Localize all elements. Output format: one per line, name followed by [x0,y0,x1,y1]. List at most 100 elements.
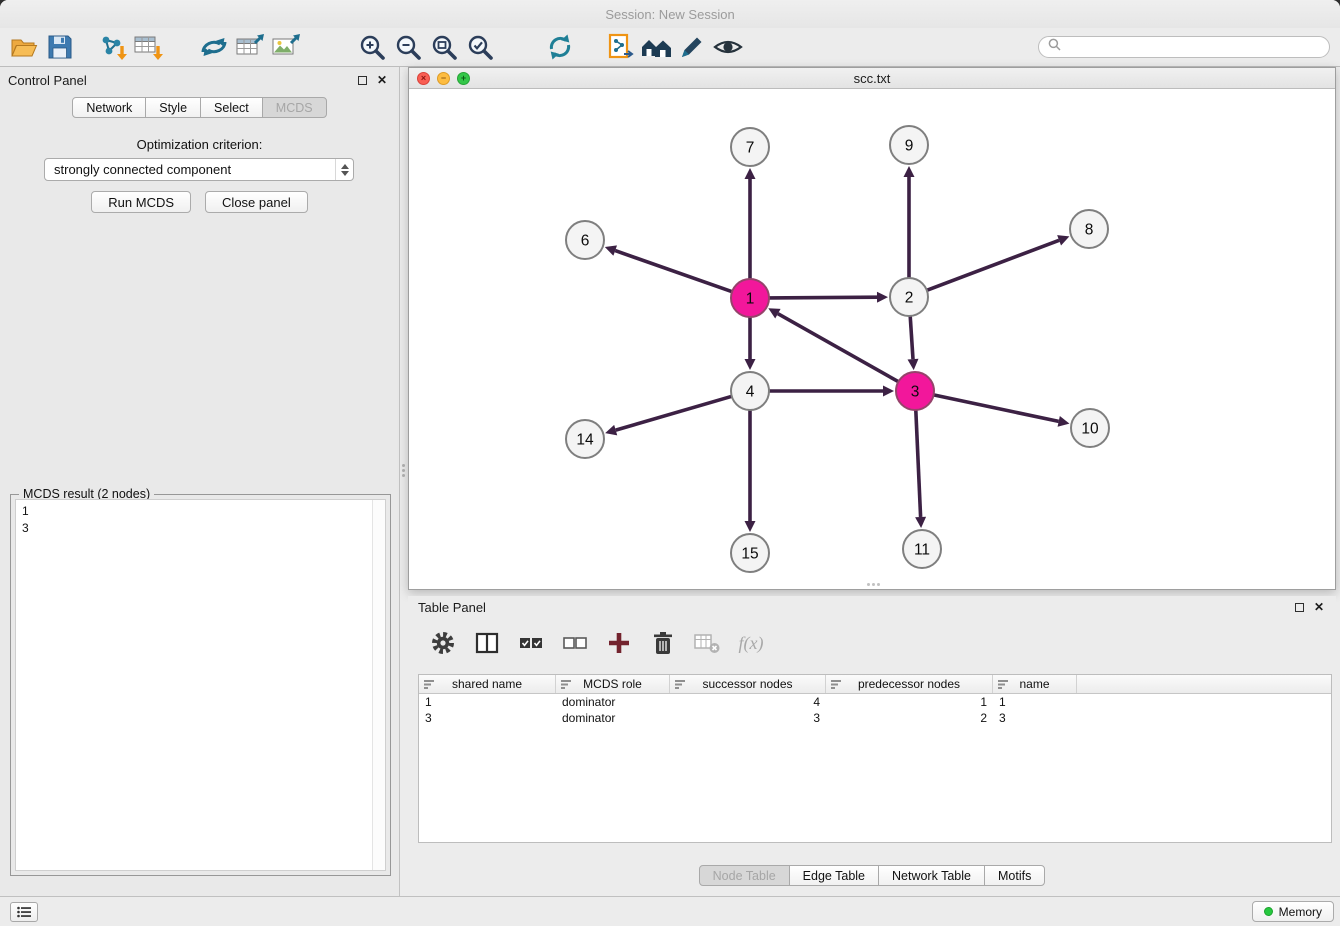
tab-edge-table[interactable]: Edge Table [789,865,879,886]
network-view-window: × − + scc.txt 7968124314101511 [408,67,1336,590]
save-session-icon[interactable] [42,30,78,64]
tab-network[interactable]: Network [72,97,146,118]
tab-node-table[interactable]: Node Table [699,865,790,886]
column-header-name[interactable]: name [993,675,1077,693]
edge-3-11[interactable] [916,410,921,517]
node-label-3: 3 [911,384,920,401]
node-label-7: 7 [746,140,755,157]
memory-button[interactable]: Memory [1252,901,1334,922]
select-all-columns-icon[interactable] [516,628,546,658]
column-sort-icon [831,679,842,693]
cell-successor-nodes: 3 [670,710,826,726]
list-icon [17,906,31,918]
edge-2-3[interactable] [910,316,913,359]
minimize-window-icon[interactable]: − [437,72,450,85]
zoom-in-icon[interactable] [354,30,390,64]
edge-1-2[interactable] [769,297,877,298]
criterion-value: strongly connected component [54,162,231,177]
zoom-selected-icon[interactable] [462,30,498,64]
open-session-icon[interactable] [6,30,42,64]
close-panel-button[interactable]: Close panel [205,191,308,213]
show-columns-icon[interactable] [472,628,502,658]
cell-successor-nodes: 4 [670,694,826,710]
panel-divider-grip[interactable] [402,464,405,467]
float-table-panel-icon[interactable] [1295,603,1304,612]
node-label-9: 9 [905,138,914,155]
mcds-result-group: MCDS result (2 nodes) 1 3 [10,494,391,876]
network-pane-grip[interactable] [867,583,870,586]
network-canvas[interactable]: 7968124314101511 [409,89,1335,589]
import-network-icon[interactable] [94,30,130,64]
close-window-icon[interactable]: × [417,72,430,85]
edge-4-14[interactable] [616,396,732,430]
table-header-row: shared name MCDS role successor nodes pr… [419,675,1331,694]
zoom-out-icon[interactable] [390,30,426,64]
node-table: shared name MCDS role successor nodes pr… [418,674,1332,843]
mcds-result-line: 3 [22,520,379,537]
network-window-titlebar: × − + scc.txt [409,68,1335,89]
control-panel-title: Control Panel [8,73,87,88]
column-header-mcds-role[interactable]: MCDS role [556,675,670,693]
zoom-window-icon[interactable]: + [457,72,470,85]
search-field[interactable] [1038,36,1330,58]
style-pen-icon[interactable] [674,30,710,64]
table-panel-tabs: Node Table Edge Table Network Table Moti… [408,865,1336,886]
control-panel-tabs: Network Style Select MCDS [0,97,399,118]
export-image-icon[interactable] [268,30,304,64]
search-input[interactable] [1066,40,1320,54]
cell-mcds-role: dominator [556,710,670,726]
network-window-title: scc.txt [854,71,891,86]
column-header-predecessor-nodes[interactable]: predecessor nodes [826,675,993,693]
refresh-layout-icon[interactable] [542,30,578,64]
app-window: Session: New Session [0,0,1340,926]
table-row[interactable]: 3 dominator 3 2 3 [419,710,1331,726]
destroy-table-icon [692,628,722,658]
tab-motifs[interactable]: Motifs [984,865,1045,886]
zoom-fit-icon[interactable] [426,30,462,64]
tab-style[interactable]: Style [145,97,201,118]
control-panel-header: Control Panel ✕ [0,67,399,93]
cell-shared-name: 1 [419,694,556,710]
result-scrollbar[interactable] [372,500,385,870]
cell-name: 1 [993,694,1077,710]
tab-select[interactable]: Select [200,97,263,118]
node-label-11: 11 [914,542,930,559]
column-sort-icon [561,679,572,693]
import-table-icon[interactable] [130,30,166,64]
task-history-button[interactable] [10,902,38,922]
export-table-icon[interactable] [232,30,268,64]
edge-2-8[interactable] [927,240,1059,290]
tab-mcds[interactable]: MCDS [262,97,327,118]
table-row[interactable]: 1 dominator 4 1 1 [419,694,1331,710]
node-label-1: 1 [746,291,755,308]
tab-network-table[interactable]: Network Table [878,865,985,886]
status-bar: Memory [0,896,1340,926]
window-titlebar: Session: New Session [0,0,1340,28]
eye-icon[interactable] [710,30,746,64]
edge-3-1[interactable] [778,314,899,382]
control-panel: Control Panel ✕ Network Style Select MCD… [0,67,400,896]
run-mcds-button[interactable]: Run MCDS [91,191,191,213]
column-header-successor-nodes[interactable]: successor nodes [670,675,826,693]
delete-column-icon[interactable] [648,628,678,658]
cell-predecessor-nodes: 2 [826,710,993,726]
edge-1-6[interactable] [615,251,732,292]
deselect-all-columns-icon[interactable] [560,628,590,658]
table-panel-header: Table Panel ✕ [408,596,1336,618]
optimization-criterion-label: Optimization criterion: [0,137,399,152]
close-table-panel-icon[interactable]: ✕ [1314,601,1324,613]
function-builder-icon: f(x) [736,628,766,658]
column-sort-icon [424,679,435,693]
column-header-shared-name[interactable]: shared name [419,675,556,693]
search-icon [1048,38,1061,56]
close-panel-icon[interactable]: ✕ [377,74,387,86]
gear-icon[interactable] [428,628,458,658]
float-panel-icon[interactable] [358,76,367,85]
criterion-select[interactable]: strongly connected component [44,158,354,181]
homes-icon[interactable] [638,30,674,64]
clone-network-icon[interactable] [602,30,638,64]
mcds-result-list[interactable]: 1 3 [15,499,386,871]
edge-3-10[interactable] [934,395,1059,422]
export-network-icon[interactable] [196,30,232,64]
add-column-icon[interactable] [604,628,634,658]
